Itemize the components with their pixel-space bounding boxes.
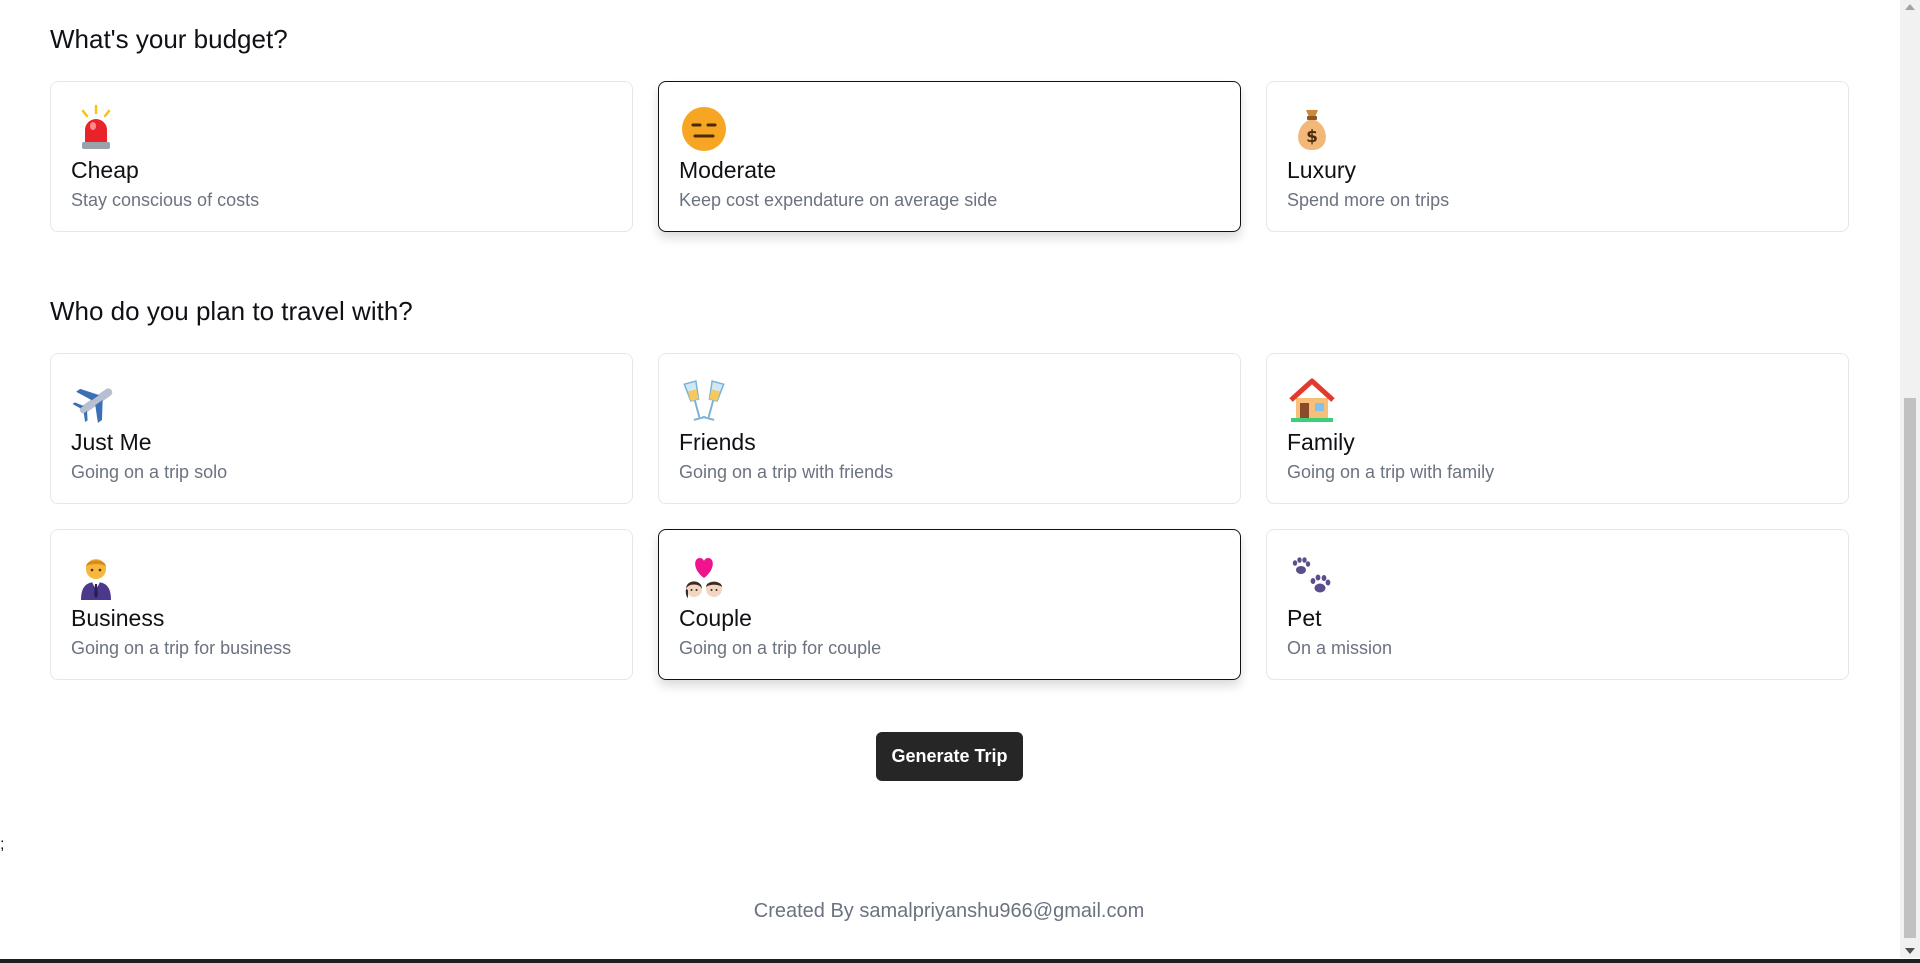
airplane-icon: [72, 388, 113, 423]
traveler-option-couple[interactable]: Couple Going on a trip for couple: [658, 529, 1241, 680]
stray-text: ;: [0, 836, 5, 853]
budget-option-moderate[interactable]: Moderate Keep cost expendature on averag…: [658, 81, 1241, 232]
traveler-option-desc: Going on a trip for business: [71, 638, 292, 658]
scrollbar-thumb[interactable]: [1904, 398, 1916, 938]
budget-option-cheap[interactable]: Cheap Stay conscious of costs: [50, 81, 633, 232]
paw-prints-icon: [1292, 557, 1331, 593]
budget-option-title: Luxury: [1287, 157, 1357, 183]
traveler-option-desc: Going on a trip for couple: [679, 638, 882, 658]
couple-with-heart-icon: [685, 558, 722, 598]
budget-option-desc: Stay conscious of costs: [71, 190, 260, 210]
traveler-option-business[interactable]: Business Going on a trip for business: [50, 529, 633, 680]
traveler-option-title: Couple: [679, 605, 752, 631]
traveler-option-desc: On a mission: [1287, 638, 1393, 658]
budget-section-title: What's your budget?: [50, 24, 288, 54]
champagne-glasses-icon: [683, 380, 725, 421]
traveler-option-title: Business: [71, 605, 165, 631]
money-bag-icon: $: [1298, 110, 1326, 150]
traveler-option-friends[interactable]: Friends Going on a trip with friends: [658, 353, 1241, 504]
generate-trip-button[interactable]: Generate Trip: [876, 732, 1023, 781]
budget-option-luxury[interactable]: $ Luxury Spend more on trips: [1266, 81, 1849, 232]
traveler-option-title: Family: [1287, 429, 1355, 455]
traveler-option-title: Just Me: [71, 429, 152, 455]
siren-icon: [81, 104, 111, 149]
budget-options: Cheap Stay conscious of costs Moderate K…: [50, 81, 1849, 232]
budget-option-desc: Spend more on trips: [1287, 190, 1450, 210]
traveler-option-desc: Going on a trip with friends: [679, 462, 894, 482]
businessperson-icon: [81, 559, 111, 600]
budget-option-desc: Keep cost expendature on average side: [679, 190, 998, 210]
traveler-option-pet[interactable]: Pet On a mission: [1266, 529, 1849, 680]
svg-text:$: $: [1306, 127, 1318, 147]
bottom-edge-divider: [0, 959, 1920, 963]
traveler-option-desc: Going on a trip solo: [71, 462, 228, 482]
neutral-face-icon: [682, 107, 726, 151]
budget-option-title: Moderate: [679, 157, 777, 183]
traveler-option-title: Friends: [679, 429, 756, 455]
travelers-section-title: Who do you plan to travel with?: [50, 296, 413, 326]
page: What's your budget? Cheap Stay conscious…: [0, 0, 1920, 963]
house-icon: [1289, 378, 1335, 422]
footer-credit: Created By samalpriyanshu966@gmail.com: [753, 900, 1145, 922]
scroll-down-arrow-icon[interactable]: [1905, 948, 1915, 954]
traveler-option-just-me[interactable]: Just Me Going on a trip solo: [50, 353, 633, 504]
traveler-option-family[interactable]: Family Going on a trip with family: [1266, 353, 1849, 504]
traveler-option-title: Pet: [1287, 605, 1322, 631]
traveler-options: Just Me Going on a trip solo Friends Goi…: [50, 353, 1849, 680]
budget-option-title: Cheap: [71, 157, 139, 183]
vertical-scrollbar[interactable]: [1900, 0, 1920, 958]
traveler-option-desc: Going on a trip with family: [1287, 462, 1495, 482]
scroll-up-arrow-icon[interactable]: [1905, 4, 1915, 10]
